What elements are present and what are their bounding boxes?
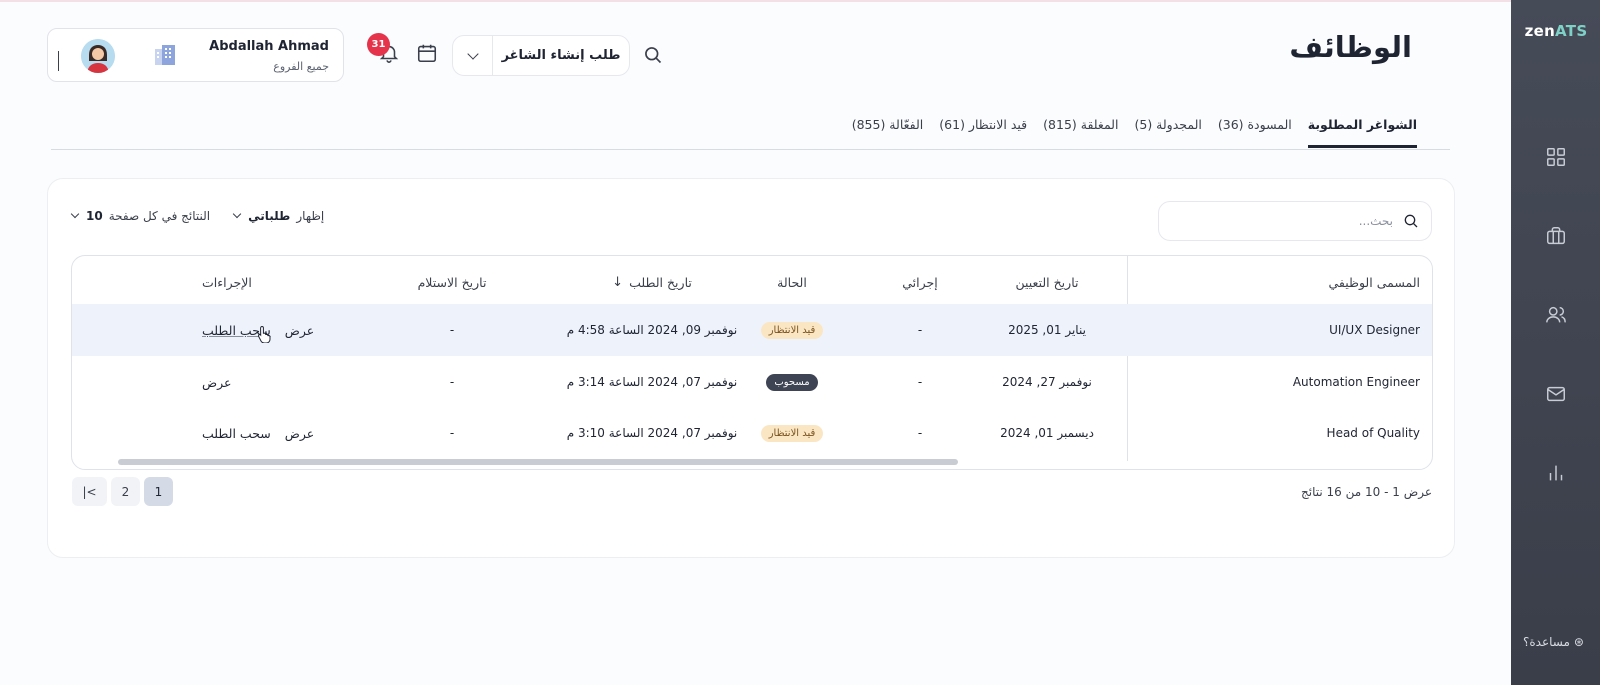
vacancies-table: المسمى الوظيفي تاريخ التعيين إجرائي الحا… <box>71 255 1433 470</box>
help-link[interactable]: مساعدة؟ ⊛ <box>1523 635 1584 649</box>
pagination: |< 2 1 <box>72 477 173 506</box>
job-title-cell: UI/UX Designer <box>1329 323 1420 337</box>
hand-cursor-icon <box>257 325 271 343</box>
request-date-cell: نوفمبر 07, 2024 الساعة 3:14 م <box>566 375 738 389</box>
tab-requested-vacancies[interactable]: الشواغر المطلوبة <box>1307 112 1417 148</box>
results-summary: عرض 1 - 10 من 16 نتائج <box>1300 485 1432 499</box>
receive-date-cell: - <box>449 323 455 337</box>
sidebar: zenATS مساعدة؟ ⊛ <box>1511 0 1600 685</box>
horizontal-scrollbar[interactable] <box>118 459 958 465</box>
notification-badge: 31 <box>367 33 390 56</box>
receive-date-cell: - <box>449 375 455 389</box>
sort-down-icon: ↓ <box>612 274 624 290</box>
my-action-cell: - <box>917 323 923 337</box>
lifebuoy-icon: ⊛ <box>1573 635 1584 649</box>
my-action-cell: - <box>917 375 923 389</box>
users-icon[interactable] <box>1543 302 1569 328</box>
create-vacancy-button-group: طلب إنشاء الشاغر <box>452 35 630 76</box>
status-tabs: الفعّالة (855) قيد الانتظار (61) المغلقة… <box>852 112 1417 148</box>
header-request-date-label: تاريخ الطلب <box>629 274 692 290</box>
assign-date-cell: يناير 01, 2025 <box>1008 323 1086 337</box>
header-my-action[interactable]: إجرائي <box>850 256 990 308</box>
page-title: الوظائف <box>1289 30 1412 64</box>
table-row[interactable]: Automation Engineer نوفمبر 27, 2024 - مس… <box>72 356 1432 408</box>
tab-scheduled[interactable]: المجدولة (5) <box>1134 112 1201 148</box>
table-row[interactable]: Head of Quality ديسمبر 01, 2024 - قيد ال… <box>72 407 1432 459</box>
top-accent-line <box>0 0 1600 2</box>
status-badge: مسحوب <box>766 373 818 391</box>
help-label: مساعدة؟ <box>1523 635 1570 649</box>
show-filter-value: طلباتي <box>248 209 291 223</box>
per-page-label: النتائج في كل صفحة <box>108 209 211 223</box>
table-row[interactable]: UI/UX Designer يناير 01, 2025 - قيد الان… <box>72 304 1432 356</box>
assign-date-cell: ديسمبر 01, 2024 <box>1000 426 1094 440</box>
header-actions: الإجراءات <box>202 274 252 290</box>
table-header: المسمى الوظيفي تاريخ التعيين إجرائي الحا… <box>72 256 1432 308</box>
app-logo[interactable]: zenATS <box>1521 22 1591 40</box>
tab-drafts[interactable]: المسودة (36) <box>1218 112 1292 148</box>
request-date-cell: نوفمبر 07, 2024 الساعة 3:10 م <box>566 426 738 440</box>
job-title-cell: Head of Quality <box>1326 426 1420 440</box>
search-input[interactable] <box>1193 214 1393 228</box>
header-receive-date[interactable]: تاريخ الاستلام <box>377 256 527 308</box>
per-page-select[interactable]: 10 <box>70 209 103 223</box>
assign-date-cell: نوفمبر 27, 2024 <box>1002 375 1092 389</box>
grid-icon[interactable] <box>1543 144 1569 170</box>
page-button-1[interactable]: 1 <box>144 477 173 506</box>
chevron-down-icon <box>466 47 479 60</box>
request-date-cell: نوفمبر 09, 2024 الساعة 4:58 م <box>566 323 738 337</box>
user-name: Abdallah Ahmad <box>209 39 329 54</box>
tab-pending[interactable]: قيد الانتظار (61) <box>939 112 1027 148</box>
search-icon[interactable] <box>640 42 666 68</box>
page-button-2[interactable]: 2 <box>111 477 140 506</box>
my-action-cell: - <box>917 426 923 440</box>
job-title-cell: Automation Engineer <box>1292 375 1420 389</box>
view-link[interactable]: عرض <box>285 426 314 441</box>
withdraw-request-link[interactable]: سحب الطلب <box>202 426 271 441</box>
view-link[interactable]: عرض <box>285 323 314 338</box>
show-label: إظهار <box>296 209 325 223</box>
status-badge: قيد الانتظار <box>760 424 824 442</box>
tab-closed[interactable]: المغلقة (815) <box>1043 112 1118 148</box>
bar-chart-icon[interactable] <box>1543 460 1569 486</box>
view-link[interactable]: عرض <box>202 375 231 390</box>
header-job-title[interactable]: المسمى الوظيفي <box>1159 256 1432 308</box>
results-card: إظهار طلباتي النتائج في كل صفحة 10 المسم… <box>47 178 1455 558</box>
briefcase-icon[interactable] <box>1543 223 1569 249</box>
chevron-down-icon <box>232 209 242 219</box>
search-icon <box>1404 214 1418 228</box>
show-filter-select[interactable]: طلباتي <box>232 209 291 223</box>
calendar-icon[interactable] <box>416 42 440 66</box>
tabs-divider <box>51 149 1450 150</box>
table-controls: إظهار طلباتي النتائج في كل صفحة 10 <box>70 209 325 223</box>
receive-date-cell: - <box>449 426 455 440</box>
first-page-button[interactable]: |< <box>72 477 107 506</box>
search-field[interactable] <box>1158 201 1432 241</box>
user-branch: جميع الفروع <box>273 60 329 73</box>
tab-active[interactable]: الفعّالة (855) <box>852 112 924 148</box>
chevron-down-icon <box>70 209 80 219</box>
header-assign-date[interactable]: تاريخ التعيين <box>972 256 1122 308</box>
building-icon <box>153 43 177 67</box>
chevron-down-icon[interactable] <box>58 51 59 71</box>
create-vacancy-button[interactable]: طلب إنشاء الشاغر <box>493 36 629 75</box>
header-request-date[interactable]: تاريخ الطلب ↓ <box>542 256 762 308</box>
create-vacancy-dropdown[interactable] <box>453 36 493 75</box>
actions-cell: عرض <box>202 356 332 408</box>
actions-cell: عرض سحب الطلب <box>202 407 332 459</box>
per-page-value: 10 <box>86 209 103 223</box>
avatar <box>81 39 115 73</box>
mail-icon[interactable] <box>1543 381 1569 407</box>
status-badge: قيد الانتظار <box>760 321 824 339</box>
user-menu[interactable]: Abdallah Ahmad جميع الفروع <box>47 28 344 82</box>
